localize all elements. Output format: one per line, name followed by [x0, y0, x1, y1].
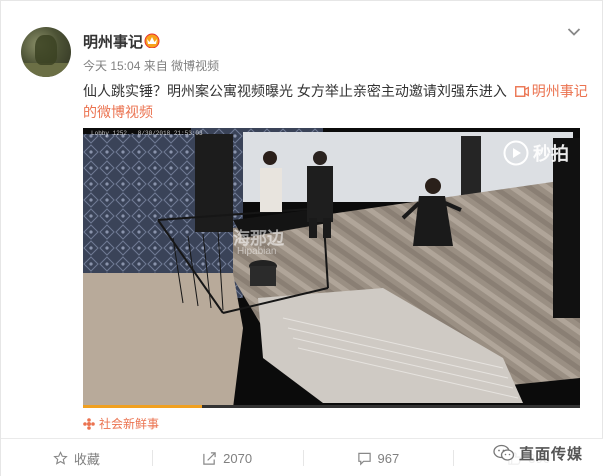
wechat-watermark-label: 直面传媒	[519, 445, 584, 463]
crown-icon	[144, 33, 160, 48]
video-progress-bar[interactable]	[83, 405, 580, 408]
cctv-timestamp: Lobby 1252 - 8/30/2018 21:53:03	[91, 130, 203, 137]
miaopai-badge: 秒拍	[503, 136, 569, 170]
favorite-button[interactable]: 收藏	[1, 439, 152, 476]
source-prefix: 来自	[143, 59, 168, 73]
weibo-post-card: 明州事记 今天 15:04 来自 微博视频 仙人跳实锤？明州案公寓视频曝光 女方…	[0, 0, 603, 476]
avatar-ground	[21, 63, 71, 77]
comment-icon	[357, 452, 371, 466]
favorite-label: 收藏	[73, 451, 100, 467]
star-icon	[53, 450, 68, 465]
miaopai-label: 秒拍	[533, 144, 569, 164]
video-watermark-sub: Hipabian	[237, 246, 277, 257]
video-progress-fill	[83, 405, 203, 408]
wechat-icon	[493, 444, 515, 461]
video-player[interactable]: Lobby 1252 - 8/30/2018 21:53:03 秒拍 海那边 H…	[83, 128, 580, 408]
avatar-tree	[35, 35, 57, 65]
post-timestamp[interactable]: 今天 15:04	[83, 59, 140, 73]
comment-button[interactable]: 967	[302, 439, 454, 476]
topic-label: 社会新鲜事	[99, 417, 160, 431]
post-body: 仙人跳实锤？明州案公寓视频曝光 女方举止亲密主动邀请刘强东进入	[83, 83, 507, 99]
post-source[interactable]: 微博视频	[171, 59, 219, 73]
avatar[interactable]	[21, 27, 71, 77]
comment-count: 967	[377, 450, 400, 466]
post-text: 仙人跳实锤？明州案公寓视频曝光 女方举止亲密主动邀请刘强东进入 明州事记的微博视…	[83, 81, 588, 123]
video-frame	[83, 128, 580, 408]
play-icon	[503, 140, 529, 166]
topic-tag[interactable]: 社会新鲜事	[83, 415, 159, 432]
wechat-watermark: 直面传媒	[493, 441, 584, 465]
repost-button[interactable]: 2070	[151, 439, 303, 476]
chevron-down-icon[interactable]	[567, 27, 581, 37]
account-name[interactable]: 明州事记	[83, 31, 143, 52]
repost-icon	[203, 451, 216, 465]
post-meta: 今天 15:04 来自 微博视频	[83, 57, 219, 74]
repost-count: 2070	[223, 450, 253, 466]
topic-icon	[83, 417, 95, 430]
video-link-icon	[514, 86, 529, 97]
